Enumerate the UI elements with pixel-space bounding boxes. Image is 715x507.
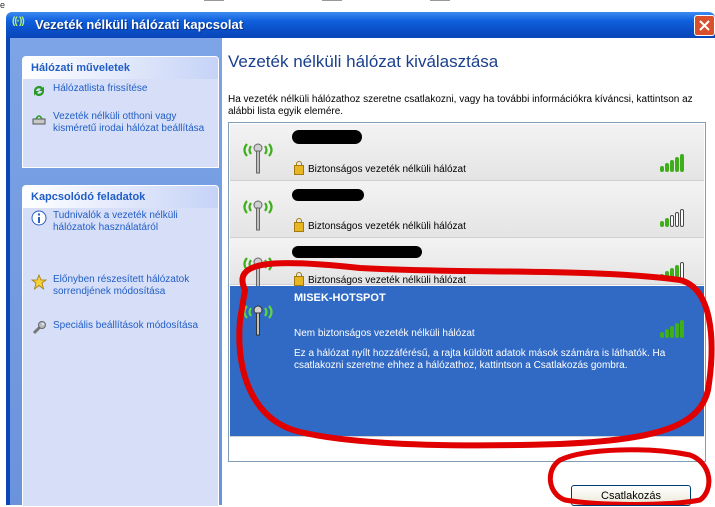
task-label: Tudnivalók a vezeték nélküli hálózatok h… <box>53 210 178 233</box>
signal-bar <box>675 265 679 280</box>
task-pane: Hálózati műveletek Hálózatlista frissíté… <box>10 38 222 507</box>
lock-icon <box>294 272 304 286</box>
wireless-icon: ((·)) <box>12 16 25 27</box>
signal-bar <box>665 271 669 280</box>
network-item[interactable]: Biztonságos vezeték nélküli hálózat <box>230 124 704 181</box>
signal-bar <box>675 323 679 338</box>
signal-bar <box>670 160 674 172</box>
signal-bar <box>670 215 674 227</box>
signal-strength <box>660 262 688 280</box>
security-label: Nem biztonságos vezeték nélküli hálózat <box>294 328 475 339</box>
signal-bar <box>665 218 669 227</box>
signal-bar <box>680 320 684 338</box>
refresh-icon <box>34 86 44 96</box>
signal-bar <box>665 329 669 338</box>
signal-bar <box>660 221 664 227</box>
signal-bar <box>675 212 679 227</box>
setup-home-network-link[interactable]: Vezeték nélküli otthoni vagy kisméretű i… <box>23 111 218 135</box>
network-description: Ez a hálózat nyílt hozzáférésű, a rajta … <box>294 348 666 371</box>
panel-heading: Kapcsolódó feladatok <box>23 186 218 208</box>
task-label: Hálózatlista frissítése <box>53 83 148 94</box>
background-divider <box>322 0 342 4</box>
task-label: Speciális beállítások módosítása <box>53 320 199 331</box>
wireless-antenna-icon <box>243 257 273 288</box>
close-icon <box>699 20 710 31</box>
hidden-network-name <box>292 189 364 201</box>
security-label: Biztonságos vezeték nélküli hálózat <box>308 221 466 232</box>
change-network-order-link[interactable]: Előnyben részesített hálózatok sorrendjé… <box>23 274 218 298</box>
signal-bar <box>680 262 684 280</box>
info-icon <box>31 210 47 226</box>
signal-bar <box>670 268 674 280</box>
panel-heading: Hálózati műveletek <box>23 57 218 79</box>
signal-bar <box>675 157 679 172</box>
main-content: Vezeték nélküli hálózat kiválasztása Ha … <box>222 38 715 506</box>
learn-about-wireless-link[interactable]: Tudnivalók a vezeték nélküli hálózatok h… <box>23 210 218 234</box>
network-tasks-panel: Hálózati műveletek Hálózatlista frissíté… <box>22 56 219 168</box>
wireless-connection-window: ((·)) Vezeték nélküli hálózati kapcsolat… <box>6 12 715 507</box>
hidden-network-name <box>292 130 362 144</box>
title-bar[interactable]: ((·)) Vezeték nélküli hálózati kapcsolat <box>6 12 715 38</box>
security-label: Biztonságos vezeték nélküli hálózat <box>308 275 466 286</box>
network-item[interactable]: Biztonságos vezeték nélküli hálózat <box>230 238 704 288</box>
background-divider <box>430 0 450 4</box>
signal-strength <box>660 209 688 227</box>
network-list[interactable]: Biztonságos vezeték nélküli hálózat Bizt… <box>228 122 706 462</box>
background-divider <box>204 0 224 4</box>
security-label: Biztonságos vezeték nélküli hálózat <box>308 164 466 175</box>
wireless-antenna-icon <box>243 305 273 336</box>
background-text: e <box>0 0 6 10</box>
wireless-antenna-icon <box>243 200 273 231</box>
network-item[interactable]: Biztonságos vezeték nélküli hálózat <box>230 181 704 238</box>
connect-button[interactable]: Csatlakozás <box>571 485 691 506</box>
network-name: MISEK-HOTSPOT <box>294 292 386 304</box>
network-setup-icon <box>32 115 46 125</box>
signal-strength <box>660 154 688 172</box>
lock-icon <box>294 218 304 232</box>
close-button[interactable] <box>694 15 715 36</box>
signal-bar <box>670 326 674 338</box>
hidden-network-name <box>292 246 422 258</box>
advanced-settings-link[interactable]: Speciális beállítások módosítása <box>23 320 218 335</box>
lock-icon <box>294 161 304 175</box>
page-title: Vezeték nélküli hálózat kiválasztása <box>228 52 499 71</box>
signal-bar <box>680 154 684 172</box>
task-label: Előnyben részesített hálózatok sorrendjé… <box>53 274 190 297</box>
signal-bar <box>680 209 684 227</box>
signal-bar <box>660 274 664 280</box>
refresh-network-list-link[interactable]: Hálózatlista frissítése <box>23 83 218 96</box>
wrench-icon <box>32 321 46 335</box>
signal-bar <box>660 166 664 172</box>
network-item-selected[interactable]: MISEK-HOTSPOT Nem biztonságos vezeték né… <box>230 286 704 437</box>
signal-bar <box>665 163 669 172</box>
window-title: Vezeték nélküli hálózati kapcsolat <box>35 17 244 32</box>
wireless-antenna-icon <box>243 143 273 174</box>
signal-strength <box>660 320 688 338</box>
signal-bar <box>660 332 664 338</box>
background-window-strip: e <box>0 0 715 12</box>
star-icon <box>31 274 47 290</box>
intro-text: Ha vezeték nélküli hálózathoz szeretne c… <box>228 94 693 117</box>
task-label: Vezeték nélküli otthoni vagy kisméretű i… <box>53 111 205 134</box>
related-tasks-panel: Kapcsolódó feladatok Tudnivalók a vezeté… <box>22 185 219 507</box>
